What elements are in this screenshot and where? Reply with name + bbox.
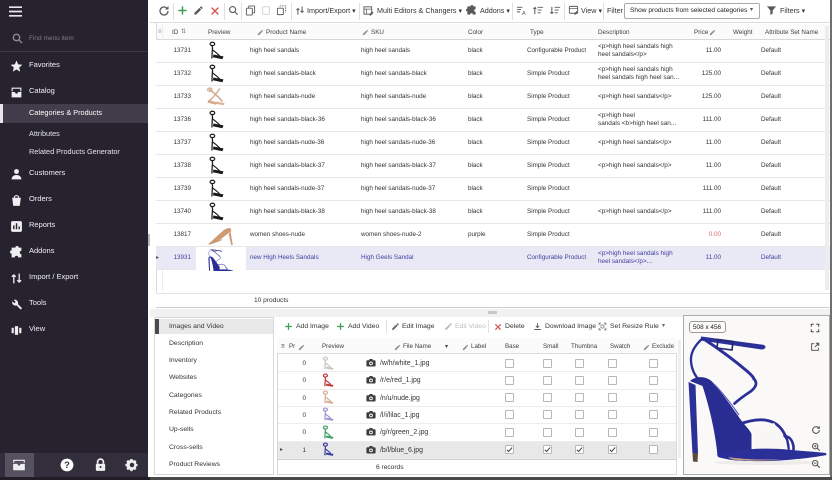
svg-text:A: A bbox=[522, 11, 526, 16]
svg-text:?: ? bbox=[64, 460, 70, 470]
